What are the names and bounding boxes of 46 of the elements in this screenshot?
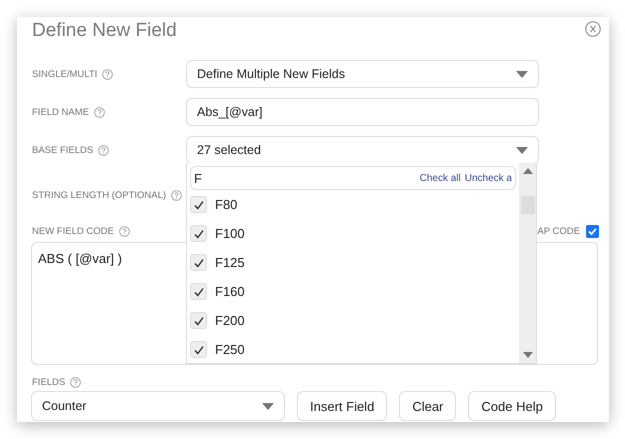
scroll-thumb[interactable] <box>520 196 534 214</box>
item-checkbox[interactable] <box>190 196 207 213</box>
item-checkbox[interactable] <box>190 254 207 271</box>
code-text: ABS ( [@var] ) <box>38 251 122 266</box>
help-icon[interactable] <box>70 376 82 388</box>
select-link[interactable]: Uncheck a <box>464 172 512 184</box>
help-icon[interactable] <box>98 144 110 156</box>
item-checkbox[interactable] <box>190 341 207 358</box>
scroll-down-icon[interactable] <box>522 352 532 358</box>
select-link[interactable]: Check all <box>420 172 461 184</box>
action-button[interactable]: Insert Field <box>297 391 388 421</box>
item-label[interactable]: F200 <box>215 313 245 328</box>
dialog-title: Define New Field <box>31 19 177 43</box>
item-checkbox[interactable] <box>190 225 207 242</box>
field-label: NEW FIELD CODE <box>32 226 114 236</box>
field-label: FIELDS <box>32 376 66 388</box>
select-field[interactable]: Define Multiple New Fields <box>186 60 539 88</box>
caret-icon <box>262 402 274 410</box>
scrollbar[interactable] <box>519 163 536 363</box>
close-icon[interactable] <box>585 21 601 37</box>
help-icon[interactable] <box>118 226 130 236</box>
item-label[interactable]: F250 <box>215 342 245 357</box>
caret-icon <box>516 70 528 78</box>
item-checkbox[interactable] <box>190 283 207 300</box>
search-field[interactable]: F Check all Uncheck a <box>190 166 516 190</box>
field-label: BASE FIELDS <box>32 144 94 156</box>
help-icon[interactable] <box>102 68 114 80</box>
item-checkbox[interactable] <box>190 312 207 329</box>
item-label[interactable]: F125 <box>215 255 245 270</box>
text-field[interactable]: Abs_[@var] <box>186 98 539 126</box>
help-icon[interactable] <box>94 106 106 118</box>
caret-icon <box>516 146 528 154</box>
help-icon[interactable] <box>171 190 182 200</box>
wrap-label: AP CODE <box>537 226 580 236</box>
scroll-up-icon[interactable] <box>522 168 532 174</box>
check-icon <box>587 226 598 236</box>
field-label: FIELD NAME <box>32 106 90 118</box>
field-label: SINGLE/MULTI <box>32 68 98 80</box>
item-label[interactable]: F160 <box>215 284 245 299</box>
field-label: STRING LENGTH (OPTIONAL) <box>32 190 166 200</box>
wrap-checkbox[interactable] <box>586 224 599 238</box>
item-label[interactable]: F80 <box>215 197 238 212</box>
item-label[interactable]: F100 <box>215 226 245 241</box>
fields-select[interactable]: Counter <box>31 391 285 421</box>
action-button[interactable]: Code Help <box>468 391 556 421</box>
action-button[interactable]: Clear <box>399 391 456 421</box>
